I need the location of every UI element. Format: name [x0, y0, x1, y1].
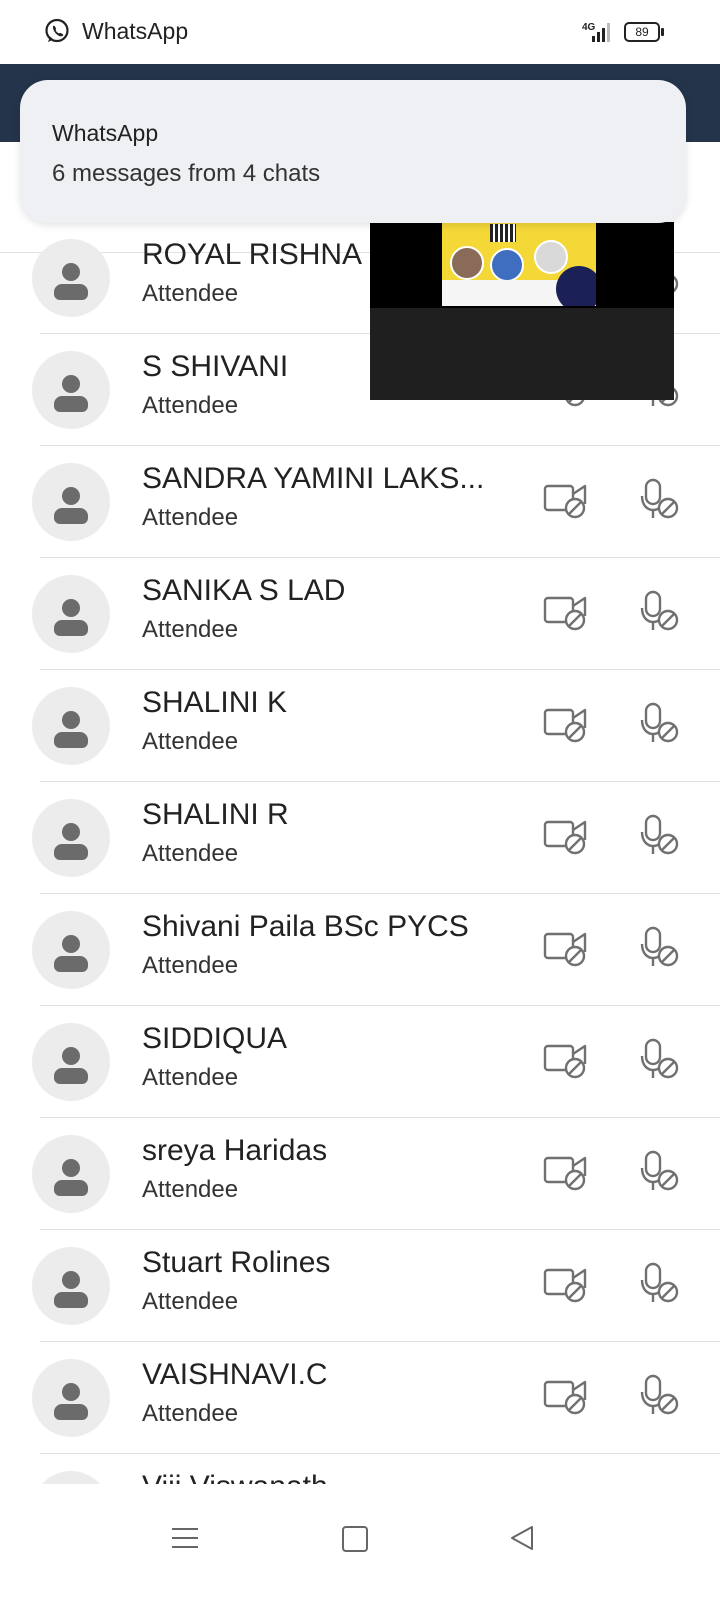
camera-off-icon[interactable]	[543, 1376, 589, 1416]
camera-off-icon[interactable]	[543, 1264, 589, 1304]
mic-off-icon[interactable]	[640, 1374, 682, 1418]
whatsapp-notification[interactable]: WhatsApp 6 messages from 4 chats	[20, 80, 686, 223]
mic-off-icon[interactable]	[640, 1262, 682, 1306]
camera-off-icon[interactable]	[543, 816, 589, 856]
participant-row[interactable]: SANIKA S LAD Attendee	[32, 558, 720, 670]
camera-off-icon[interactable]	[543, 928, 589, 968]
participant-role: Attendee	[142, 392, 239, 419]
camera-off-icon[interactable]	[543, 704, 589, 744]
mic-off-icon[interactable]	[640, 1038, 682, 1082]
participant-row[interactable]: VAISHNAVI.C Attendee	[32, 1342, 720, 1454]
participant-role: Attendee	[142, 840, 239, 867]
participant-row[interactable]: SIDDIQUA Attendee	[32, 1006, 720, 1118]
participant-role: Attendee	[142, 1064, 239, 1091]
person-icon	[32, 1471, 110, 1484]
notification-title: WhatsApp	[52, 120, 159, 146]
notification-app-name: WhatsApp	[82, 18, 189, 44]
poster-image	[442, 222, 596, 306]
participant-name: SANDRA YAMINI LAKS...	[142, 462, 485, 495]
speaker-photo	[534, 240, 568, 274]
participant-row[interactable]: SHALINI R Attendee	[32, 782, 720, 894]
person-icon	[32, 687, 110, 765]
participant-row[interactable]: Stuart Rolines Attendee	[32, 1230, 720, 1342]
participant-name: SHALINI R	[142, 798, 289, 831]
mic-off-icon[interactable]	[640, 814, 682, 858]
person-icon	[32, 1359, 110, 1437]
person-icon	[32, 1023, 110, 1101]
mic-off-icon[interactable]	[640, 926, 682, 970]
person-icon	[32, 1135, 110, 1213]
status-bar: WhatsApp 4G 89	[0, 0, 720, 64]
participant-name: Shivani Paila BSc PYCS	[142, 910, 469, 943]
person-icon	[32, 239, 110, 317]
participant-role: Attendee	[142, 1400, 239, 1427]
person-icon	[32, 1247, 110, 1325]
participant-name: VAISHNAVI.C	[142, 1358, 328, 1391]
participant-role: Attendee	[142, 1176, 239, 1203]
person-icon	[32, 351, 110, 429]
poster-decoration	[556, 266, 596, 306]
whatsapp-icon	[45, 18, 69, 43]
shared-screen	[370, 222, 674, 308]
system-nav-bar	[0, 1484, 720, 1600]
participant-role: Attendee	[142, 504, 239, 531]
video-preview[interactable]	[370, 222, 674, 400]
participant-name: SHALINI K	[142, 686, 288, 719]
back-icon[interactable]	[508, 1524, 536, 1552]
camera-off-icon[interactable]	[543, 1040, 589, 1080]
person-icon	[32, 463, 110, 541]
participant-role: Attendee	[142, 728, 239, 755]
qr-code	[490, 224, 516, 242]
participant-name: SIDDIQUA	[142, 1022, 288, 1055]
participant-role: Attendee	[142, 1288, 239, 1315]
camera-off-icon[interactable]	[543, 480, 589, 520]
camera-off-icon[interactable]	[543, 592, 589, 632]
svg-text:4G: 4G	[582, 22, 596, 33]
battery-indicator: 89	[624, 22, 664, 42]
participant-row[interactable]: Viji Viswanath Attendee	[32, 1454, 720, 1484]
network-signal-icon: 4G	[582, 22, 610, 42]
mic-off-icon[interactable]	[640, 1150, 682, 1194]
mic-off-icon[interactable]	[640, 478, 682, 522]
person-icon	[32, 911, 110, 989]
participant-role: Attendee	[142, 616, 239, 643]
participant-role: Attendee	[142, 280, 239, 307]
participant-role: Attendee	[142, 952, 239, 979]
person-icon	[32, 799, 110, 877]
participant-row[interactable]: Shivani Paila BSc PYCS Attendee	[32, 894, 720, 1006]
participant-row[interactable]: sreya Haridas Attendee	[32, 1118, 720, 1230]
participant-row[interactable]: SANDRA YAMINI LAKS... Attendee	[32, 446, 720, 558]
participant-row[interactable]: SHALINI K Attendee	[32, 670, 720, 782]
recent-apps-icon[interactable]	[172, 1526, 198, 1550]
participant-name: Stuart Rolines	[142, 1246, 331, 1279]
speaker-photo	[490, 248, 524, 282]
notification-message: 6 messages from 4 chats	[52, 160, 321, 187]
participant-name: SANIKA S LAD	[142, 574, 346, 607]
participants-list[interactable]: ROYAL RISHNA Attendee S SHIVANI Attendee	[0, 222, 720, 1484]
participant-name: ROYAL RISHNA	[142, 238, 363, 271]
participant-name: S SHIVANI	[142, 350, 289, 383]
camera-off-icon[interactable]	[543, 1152, 589, 1192]
speaker-photo	[450, 246, 484, 280]
mic-off-icon[interactable]	[640, 590, 682, 634]
person-icon	[32, 575, 110, 653]
mic-off-icon[interactable]	[640, 702, 682, 746]
participant-name: sreya Haridas	[142, 1134, 328, 1167]
participant-name: Viji Viswanath	[142, 1470, 328, 1484]
home-icon[interactable]	[342, 1526, 368, 1552]
